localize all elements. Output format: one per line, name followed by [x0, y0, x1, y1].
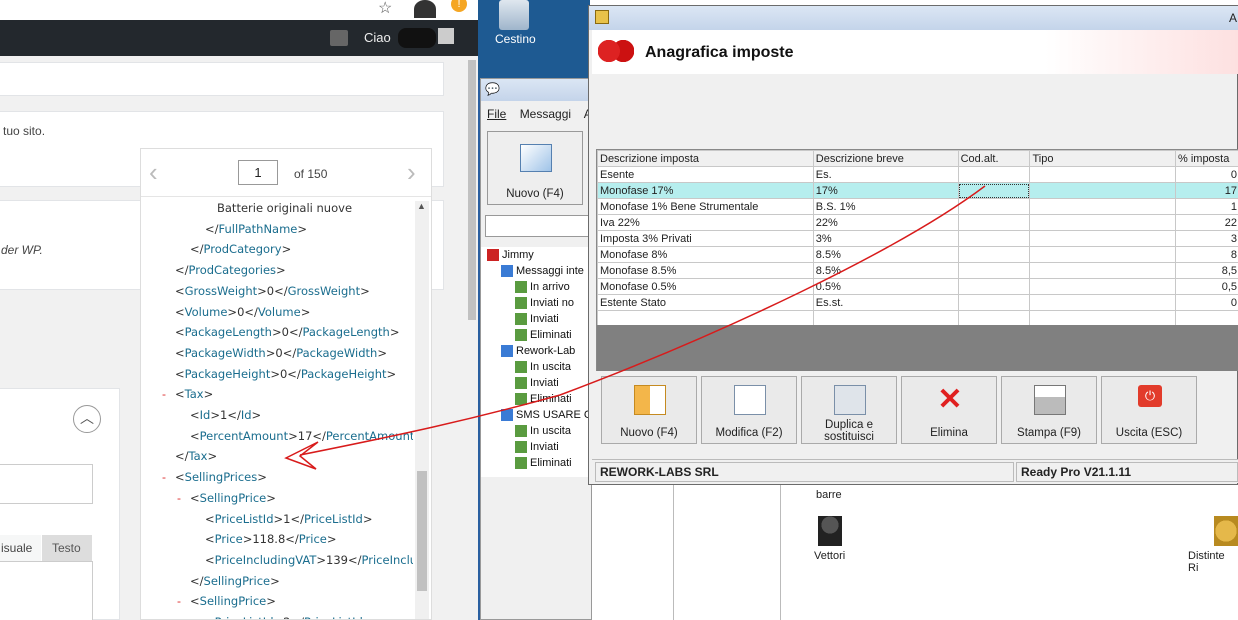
annotation-arrow — [284, 185, 986, 470]
arrow-head — [284, 441, 319, 470]
arrow-line — [299, 185, 986, 456]
